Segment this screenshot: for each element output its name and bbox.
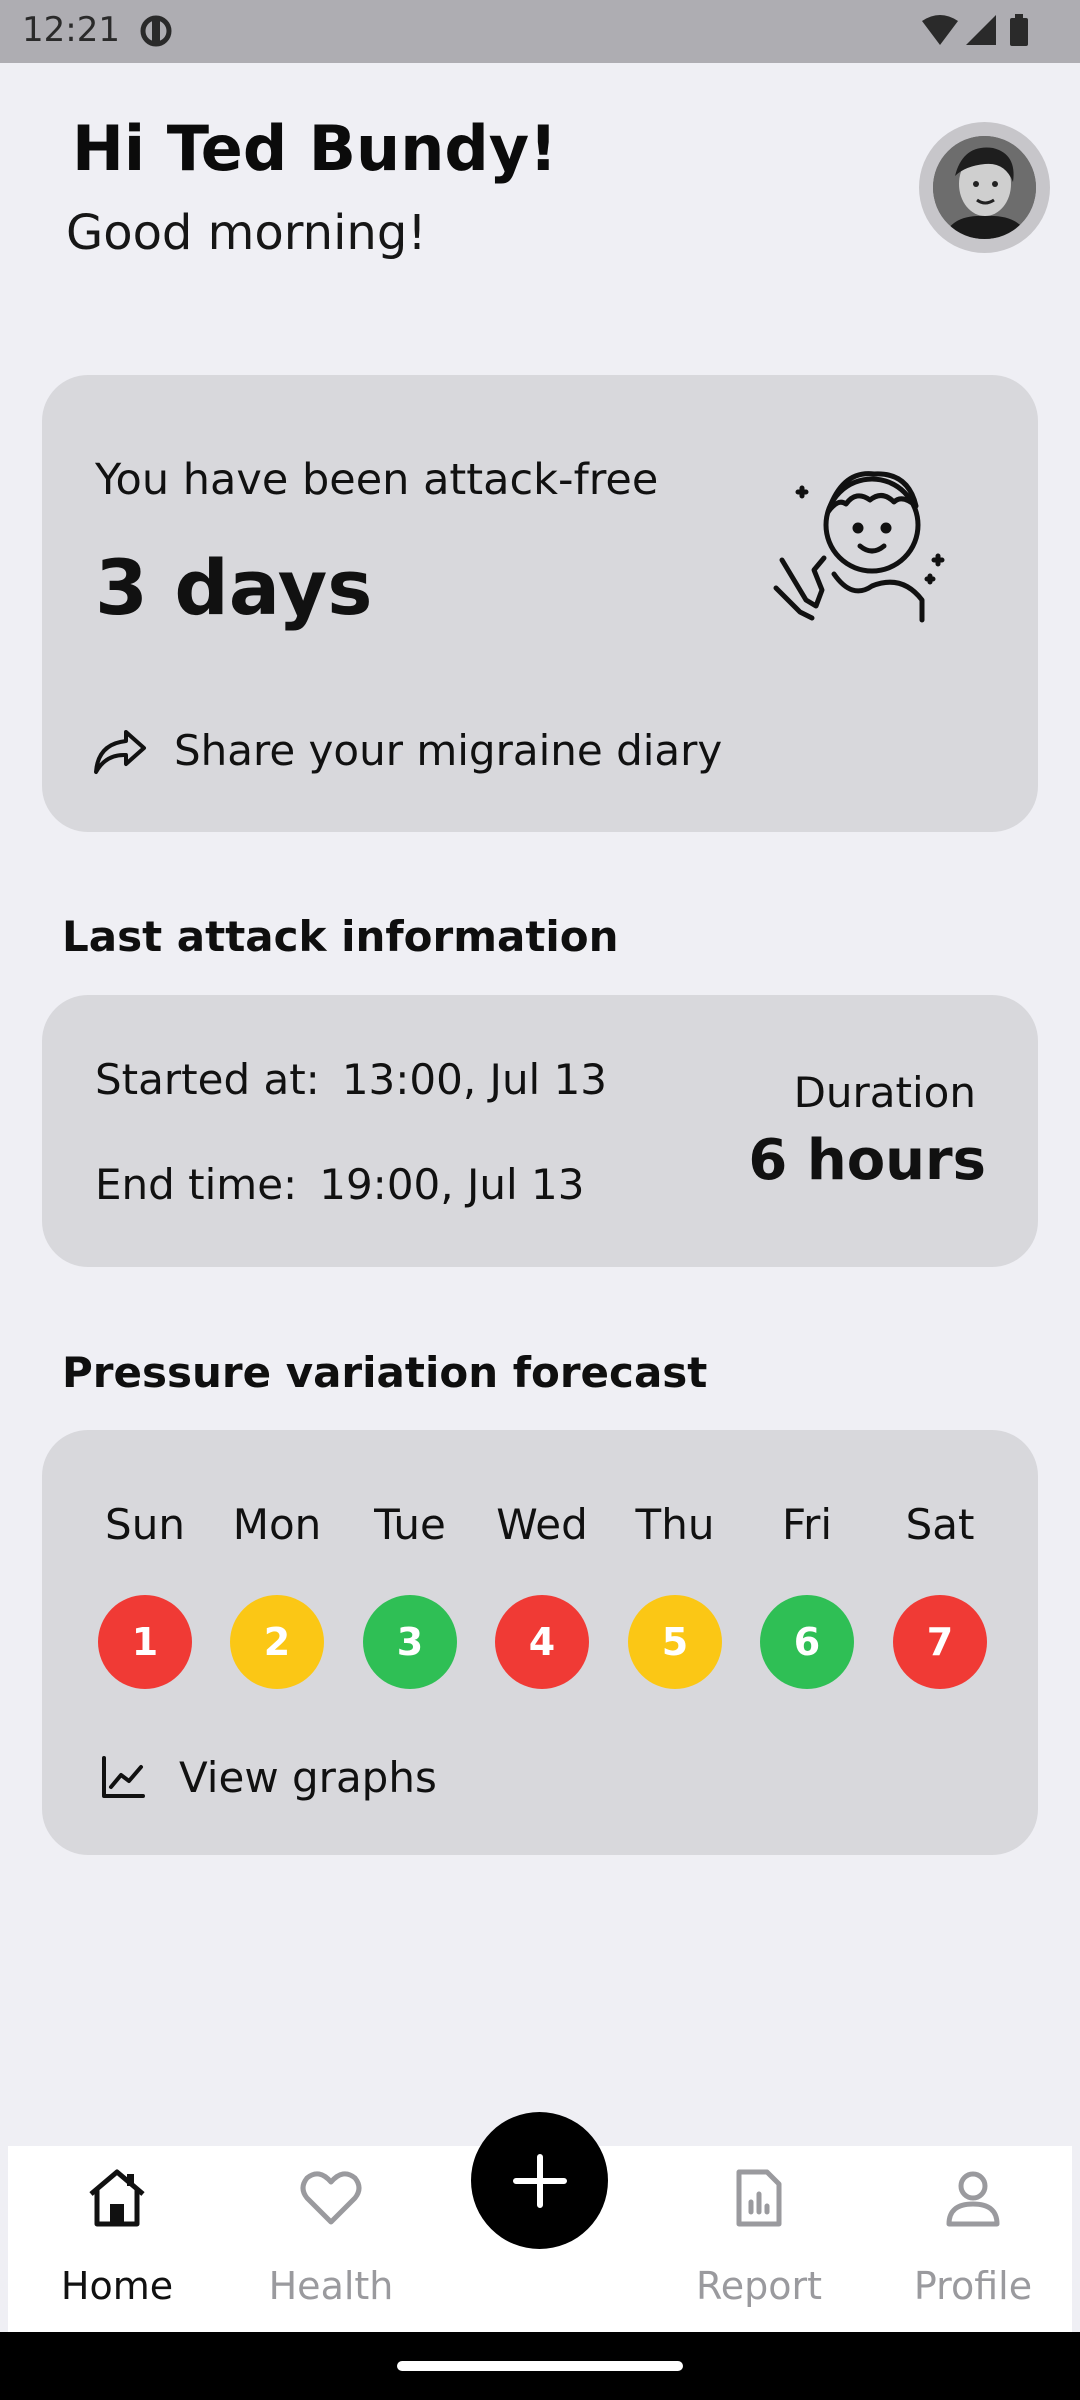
nav-label: Health (268, 2264, 394, 2308)
pressure-level-badge: 4 (495, 1595, 589, 1689)
nav-label: Home (60, 2264, 174, 2308)
last-attack-card[interactable]: Started at: 13:00, Jul 13 End time: 19:00,… (42, 995, 1038, 1267)
happy-kid-illustration (773, 471, 945, 623)
pressure-level-badge: 5 (628, 1595, 722, 1689)
sync-status-icon (140, 15, 172, 47)
home-gesture-indicator[interactable] (397, 2361, 683, 2371)
heart-icon (300, 2171, 362, 2225)
end-time-label: End time: (95, 1160, 298, 1209)
attack-free-days: 3 days (95, 543, 373, 632)
pressure-level-badge: 6 (760, 1595, 854, 1689)
system-status-icons (922, 14, 1028, 46)
started-at-row: Started at: 13:00, Jul 13 (95, 1055, 607, 1104)
line-chart-icon (102, 1756, 145, 1798)
greeting-title: Hi Ted Bundy! (72, 112, 558, 185)
plus-icon (512, 2153, 567, 2208)
nav-report[interactable]: Report (664, 2166, 854, 2316)
attack-free-label: You have been attack-free (95, 455, 659, 505)
duration-label: Duration (793, 1068, 976, 1117)
pressure-forecast-card: Sun 1 Mon 2 Tue 3 Wed 4 Thu 5 Fri 6 Sat … (42, 1430, 1038, 1855)
profile-icon (946, 2171, 1000, 2227)
avatar-photo (933, 136, 1036, 239)
report-icon (736, 2169, 782, 2227)
attack-free-card: You have been attack-free 3 days Share y… (42, 375, 1038, 832)
forecast-days: Sun 1 Mon 2 Tue 3 Wed 4 Thu 5 Fri 6 Sat … (95, 1500, 987, 1689)
day-label: Sat (905, 1500, 975, 1549)
wifi-icon (922, 15, 958, 45)
avatar[interactable] (919, 122, 1050, 253)
share-arrow-icon (94, 730, 146, 774)
share-diary-label: Share your migraine diary (174, 725, 723, 775)
pressure-section-title: Pressure variation forecast (62, 1348, 708, 1397)
add-entry-button[interactable] (471, 2112, 608, 2249)
day-label: Sun (105, 1500, 185, 1549)
end-time-row: End time: 19:00, Jul 13 (95, 1160, 584, 1209)
day-label: Fri (781, 1500, 833, 1549)
duration-value: 6 hours (748, 1128, 986, 1193)
nav-health[interactable]: Health (236, 2166, 426, 2316)
battery-icon (1010, 14, 1028, 46)
pressure-level-badge: 3 (363, 1595, 457, 1689)
started-at-value: 13:00, Jul 13 (341, 1055, 608, 1104)
day-label: Wed (496, 1500, 588, 1549)
nav-profile[interactable]: Profile (878, 2166, 1068, 2316)
cellular-icon (966, 15, 996, 45)
end-time-value: 19:00, Jul 13 (319, 1160, 585, 1209)
nav-home[interactable]: Home (22, 2166, 212, 2316)
nav-label: Profile (913, 2264, 1033, 2308)
day-label: Thu (635, 1500, 715, 1549)
share-diary-button[interactable]: Share your migraine diary (92, 715, 722, 785)
nav-label: Report (696, 2264, 822, 2308)
started-at-label: Started at: (95, 1055, 320, 1104)
status-time: 12:21 (22, 10, 120, 50)
status-bar: 12:21 (0, 0, 1080, 63)
greeting-subtitle: Good morning! (66, 205, 427, 261)
home-icon (89, 2169, 145, 2227)
day-label: Mon (232, 1500, 322, 1549)
last-attack-section-title: Last attack information (62, 912, 619, 961)
view-graphs-label: View graphs (179, 1752, 437, 1802)
pressure-level-badge: 2 (230, 1595, 324, 1689)
pressure-level-badge: 7 (893, 1595, 987, 1689)
day-label: Tue (374, 1500, 446, 1549)
pressure-level-badge: 1 (98, 1595, 192, 1689)
view-graphs-button[interactable]: View graphs (99, 1742, 437, 1812)
